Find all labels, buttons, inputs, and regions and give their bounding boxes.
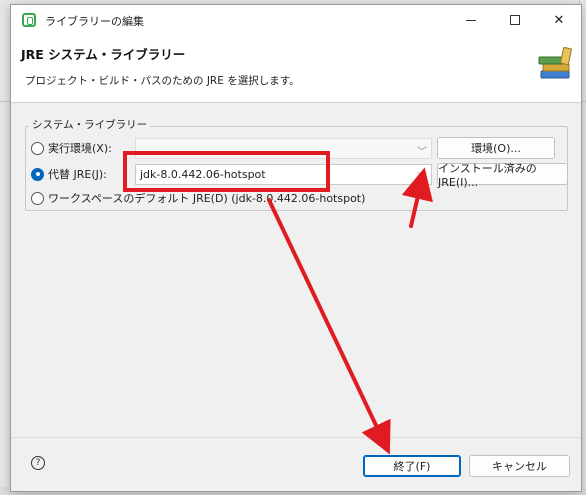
title-bar: ライブラリーの編集 ✕ xyxy=(11,5,581,35)
finish-button[interactable]: 終了(F) xyxy=(363,455,461,477)
library-books-icon xyxy=(538,47,572,79)
maximize-button[interactable] xyxy=(493,5,537,35)
help-icon[interactable]: ? xyxy=(31,456,45,470)
cancel-button[interactable]: キャンセル xyxy=(469,455,570,477)
page-description: プロジェクト・ビルド・パスのための JRE を選択します。 xyxy=(25,75,300,87)
chevron-down-icon[interactable]: ﹀ xyxy=(417,169,427,184)
execution-environment-option[interactable]: 実行環境(X): xyxy=(31,140,112,156)
close-icon: ✕ xyxy=(553,12,565,28)
close-button[interactable]: ✕ xyxy=(537,5,581,35)
alternate-jre-label: 代替 JRE(J): xyxy=(48,168,107,181)
workspace-default-jre-label: ワークスペースのデフォルト JRE(D) (jdk-8.0.442.06-hot… xyxy=(48,192,366,205)
alternate-jre-option[interactable]: 代替 JRE(J): xyxy=(31,166,107,182)
chevron-down-icon: ﹀ xyxy=(417,147,427,158)
environments-button[interactable]: 環境(O)... xyxy=(437,137,555,159)
page-title: JRE システム・ライブラリー xyxy=(21,47,186,62)
wizard-header: JRE システム・ライブラリー プロジェクト・ビルド・パスのための JRE を選… xyxy=(11,35,581,103)
minimize-button[interactable] xyxy=(449,5,493,35)
execution-environment-radio[interactable] xyxy=(31,141,44,155)
installed-jres-button[interactable]: インストール済みの JRE(I)... xyxy=(437,162,568,189)
minimize-icon xyxy=(466,19,476,21)
workspace-default-jre-radio[interactable] xyxy=(31,191,44,205)
alternate-jre-radio[interactable] xyxy=(31,167,44,181)
execution-environment-label: 実行環境(X): xyxy=(48,142,112,155)
group-label: システム・ライブラリー xyxy=(29,117,151,132)
footer-divider xyxy=(11,437,581,438)
window-title: ライブラリーの編集 xyxy=(45,15,144,28)
maximize-icon xyxy=(510,15,520,25)
app-icon xyxy=(22,13,36,27)
edit-library-dialog: ライブラリーの編集 ✕ JRE システム・ライブラリー プロジェクト・ビルド・パ… xyxy=(10,4,582,492)
annotation-highlight-box xyxy=(123,151,330,192)
workspace-default-jre-option[interactable]: ワークスペースのデフォルト JRE(D) (jdk-8.0.442.06-hot… xyxy=(31,190,365,206)
